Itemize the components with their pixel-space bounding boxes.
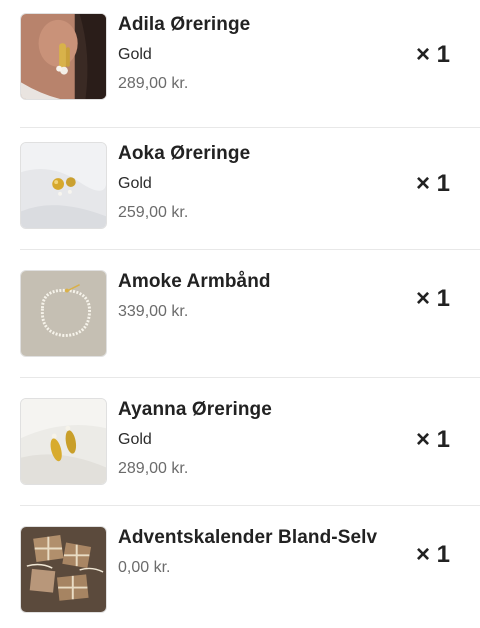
product-name[interactable]: Aoka Øreringe [118, 143, 250, 165]
cart-item-list: Adila Øreringe Gold 289,00 kr. × 1 Aoka … [0, 0, 480, 628]
product-name[interactable]: Ayanna Øreringe [118, 399, 272, 421]
product-name[interactable]: Amoke Armbånd [118, 271, 271, 293]
product-name[interactable]: Adila Øreringe [118, 14, 250, 36]
quantity-label: × 1 [415, 41, 450, 68]
cart-item[interactable]: Amoke Armbånd 339,00 kr. × 1 [0, 250, 480, 378]
product-price: 339,00 kr. [118, 303, 189, 320]
product-variant: Gold [118, 431, 152, 448]
cart-item[interactable]: Ayanna Øreringe Gold 289,00 kr. × 1 [0, 378, 480, 506]
cart-item[interactable]: Adila Øreringe Gold 289,00 kr. × 1 [0, 0, 480, 128]
product-variant: Gold [118, 175, 152, 192]
product-image-adila-earring[interactable] [20, 13, 107, 100]
product-name[interactable]: Adventskalender Bland-Selv [118, 527, 377, 549]
product-price: 259,00 kr. [118, 204, 189, 221]
product-price: 0,00 kr. [118, 559, 171, 576]
product-variant: Gold [118, 46, 152, 63]
quantity-label: × 1 [415, 285, 450, 312]
cart-item[interactable]: Aoka Øreringe Gold 259,00 kr. × 1 [0, 122, 480, 250]
quantity-label: × 1 [415, 426, 450, 453]
product-image-aoka-earrings[interactable] [20, 142, 107, 229]
product-image-ayanna-earrings[interactable] [20, 398, 107, 485]
product-image-advent-calendar[interactable] [20, 526, 107, 613]
quantity-label: × 1 [415, 541, 450, 568]
product-price: 289,00 kr. [118, 75, 189, 92]
product-image-amoke-bracelet[interactable] [20, 270, 107, 357]
quantity-label: × 1 [415, 170, 450, 197]
product-price: 289,00 kr. [118, 460, 189, 477]
cart-item[interactable]: Adventskalender Bland-Selv 0,00 kr. × 1 [0, 506, 480, 628]
